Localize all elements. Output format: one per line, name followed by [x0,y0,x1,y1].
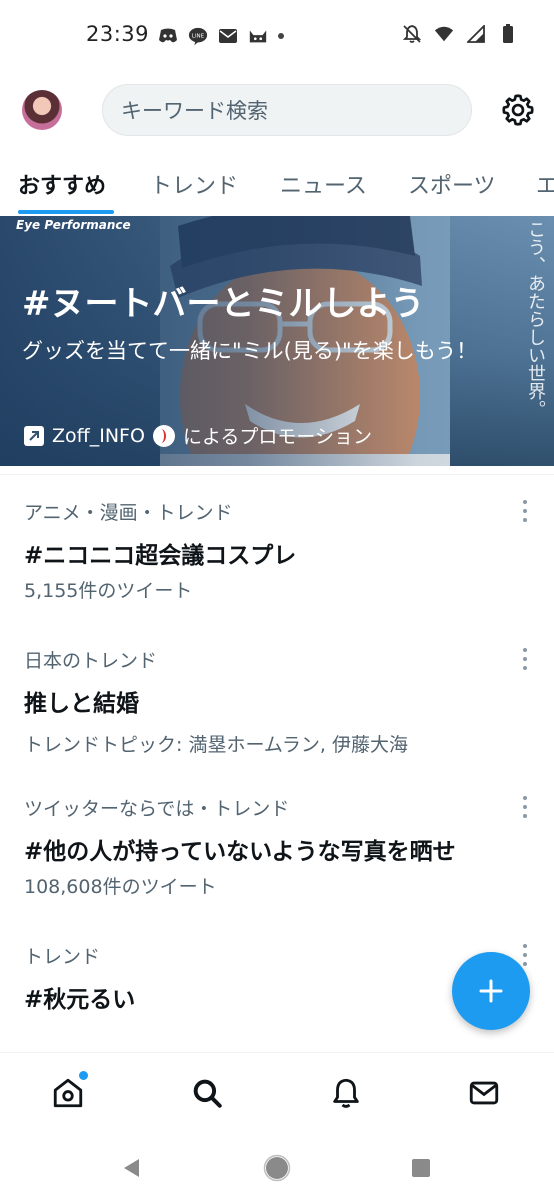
promoted-trend-banner[interactable]: Eye Performance こう、あたらしい世界。 #ヌートバーとミルしよう… [0,216,554,466]
trend-category: トレンド [24,946,101,968]
trend-category: 日本のトレンド [24,650,158,672]
tab-news[interactable]: ニュース [280,168,367,200]
settings-gear-icon[interactable] [500,92,536,128]
mail-icon [218,26,238,46]
discord-icon [158,26,178,46]
status-notification-icons: LINE [158,26,284,46]
tab-entertainment[interactable]: エ [536,168,554,200]
bottom-navigation [0,1052,554,1134]
promo-title: #ヌートバーとミルしよう [22,284,425,324]
promo-attribution[interactable]: Zoff_INFO によるプロモーション [24,422,372,449]
promoted-arrow-icon [24,425,44,446]
tab-recommended[interactable]: おすすめ [18,168,106,200]
trend-item[interactable]: アニメ・漫画・トレンド #ニコニコ超会議コスプレ 5,155件のツイート [0,488,554,618]
nav-messages[interactable] [466,1075,502,1111]
trend-category: アニメ・漫画・トレンド [24,502,233,524]
new-content-badge [79,1071,88,1080]
nav-home[interactable] [50,1071,88,1111]
battery-icon [498,24,518,44]
nav-notifications[interactable] [328,1075,364,1111]
cat-icon [248,26,268,46]
signal-icon [466,24,486,44]
svg-text:LINE: LINE [192,33,205,39]
bell-off-icon [402,24,422,44]
search-icon [193,1079,222,1108]
trend-title: #秋元るい [24,987,136,1013]
more-notifications-dot [278,33,284,39]
explore-tabs: おすすめ トレンド ニュース スポーツ エ [0,160,554,216]
more-options-icon[interactable] [518,944,532,966]
more-options-icon[interactable] [518,648,532,670]
wifi-icon [434,24,454,44]
trend-meta: トレンドトピック: 満塁ホームラン, 伊藤大海 [24,734,409,756]
avatar[interactable] [22,90,62,130]
tab-sports[interactable]: スポーツ [408,168,496,200]
trend-item[interactable]: 日本のトレンド 推しと結婚 トレンドトピック: 満塁ホームラン, 伊藤大海 [0,636,554,766]
trend-title: #他の人が持っていないような写真を晒せ [24,839,456,865]
more-options-icon[interactable] [518,500,532,522]
more-options-icon[interactable] [518,796,532,818]
divider [0,474,554,475]
app-header: キーワード検索 [0,80,554,140]
system-navigation-bar [0,1134,554,1200]
nav-explore[interactable] [189,1075,225,1111]
search-placeholder: キーワード検索 [121,99,268,123]
bell-icon [333,1078,359,1108]
promo-vertical-text: こう、あたらしい世界。 [525,220,546,418]
trend-title: 推しと結婚 [24,691,139,717]
trend-meta: 108,608件のツイート [24,876,217,898]
line-icon: LINE [188,26,208,46]
baseball-icon [152,424,175,447]
plus-icon [479,979,503,1003]
status-system-icons [402,24,518,44]
promo-brand: Eye Performance [16,218,131,232]
trend-category: ツイッターならでは・トレンド [24,798,290,820]
trend-item[interactable]: ツイッターならでは・トレンド #他の人が持っていないような写真を晒せ 108,6… [0,784,554,914]
trend-title: #ニコニコ超会議コスプレ [24,543,297,569]
compose-tweet-button[interactable] [452,952,530,1030]
trend-meta: 5,155件のツイート [24,580,193,602]
active-tab-indicator [18,210,114,214]
home-icon [53,1078,83,1108]
envelope-icon [469,1081,499,1105]
status-time: 23:39 [86,22,150,46]
home-circle-icon[interactable] [263,1154,291,1182]
search-input[interactable]: キーワード検索 [102,84,472,136]
tab-trending[interactable]: トレンド [150,168,238,200]
promo-promoted-label: によるプロモーション [182,426,372,448]
back-icon[interactable] [118,1154,146,1182]
promo-handle[interactable]: Zoff_INFO [52,425,145,447]
promo-subtitle: グッズを当てて一緒に"ミル(見る)"を楽しもう！ [22,339,478,363]
recents-square-icon[interactable] [407,1154,435,1182]
status-bar: 23:39 LINE [0,0,554,72]
